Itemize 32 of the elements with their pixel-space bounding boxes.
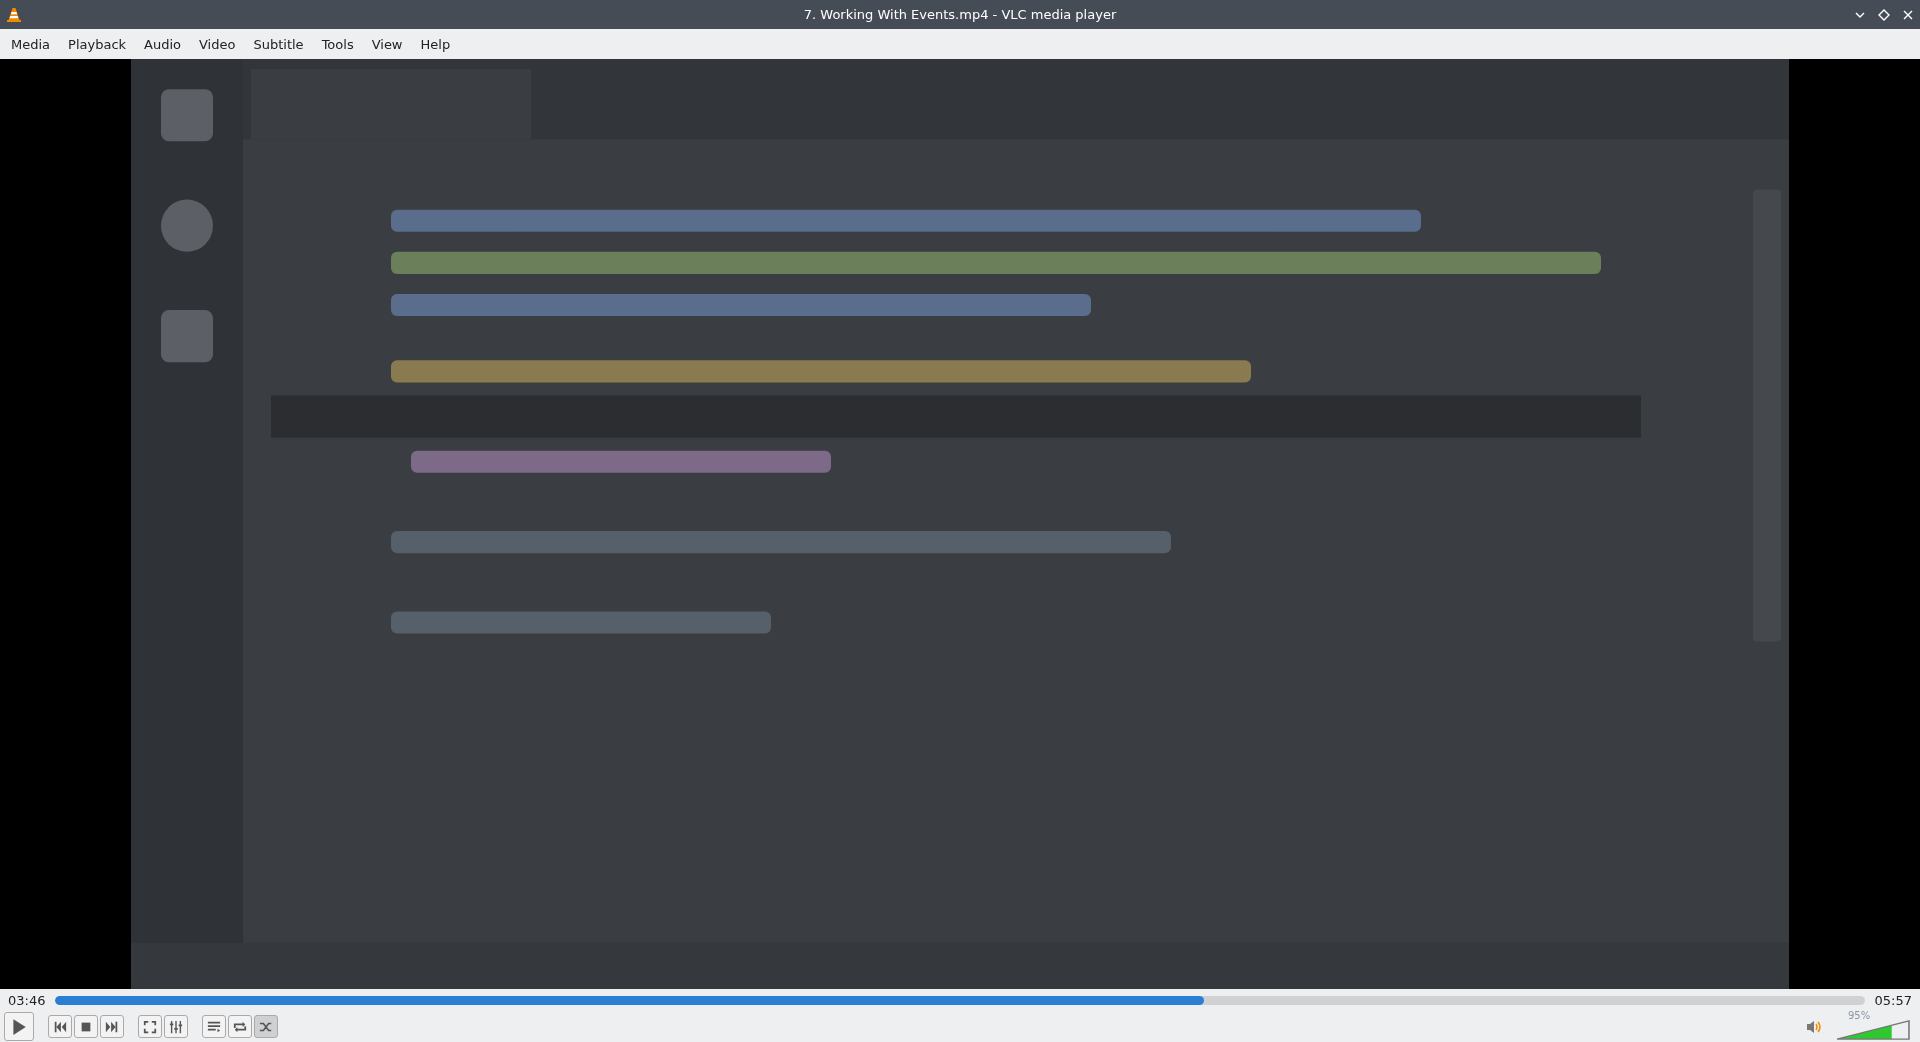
menu-item[interactable]: View [362, 36, 412, 52]
menu-item[interactable]: Subtitle [244, 36, 313, 52]
playlist-button[interactable] [202, 1015, 226, 1038]
seek-slider[interactable] [55, 995, 1865, 1005]
volume-reading: 95% [1848, 1010, 1871, 1021]
previous-button[interactable] [48, 1015, 72, 1038]
maximize-icon[interactable] [1878, 8, 1890, 21]
random-button[interactable] [254, 1015, 278, 1038]
next-icon [105, 1019, 119, 1034]
loop-button[interactable] [228, 1015, 252, 1038]
elapsed-time: 03:46 [8, 992, 46, 1008]
menu-item[interactable]: Tools [312, 36, 363, 52]
stop-button[interactable] [74, 1015, 98, 1038]
fullscreen-icon [143, 1019, 157, 1034]
menu-item[interactable]: Help [411, 36, 460, 52]
menu-item[interactable]: Video [190, 36, 245, 52]
previous-icon [53, 1019, 67, 1034]
menu-item[interactable]: Playback [59, 36, 136, 52]
fullscreen-button[interactable] [138, 1015, 162, 1038]
play-icon [10, 1017, 28, 1036]
window-title: 7. Working With Events.mp4 - VLC media player [803, 7, 1117, 22]
menu-item[interactable]: Media [2, 36, 60, 52]
total-time: 05:57 [1874, 992, 1912, 1008]
menu-item[interactable]: Audio [135, 36, 190, 52]
next-button[interactable] [100, 1015, 124, 1038]
extended-button[interactable] [164, 1015, 188, 1038]
sliders-icon [169, 1019, 183, 1034]
speaker-icon[interactable] [1806, 1018, 1822, 1035]
close-icon[interactable] [1902, 8, 1914, 21]
playlist-icon [207, 1019, 221, 1034]
traffic-cone-icon [6, 6, 22, 23]
play-button[interactable] [4, 1012, 34, 1041]
